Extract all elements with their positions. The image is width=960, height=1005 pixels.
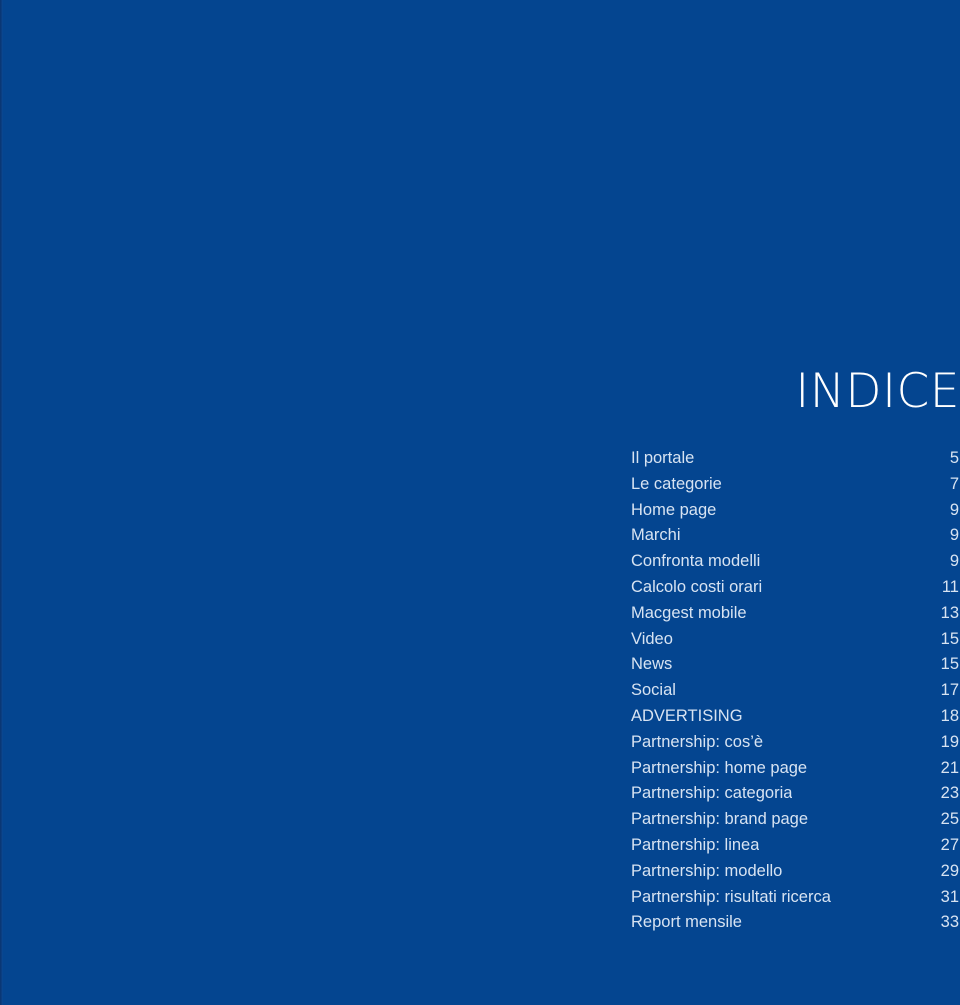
toc-entry-label: Report mensile xyxy=(631,913,742,932)
toc-entry[interactable]: Home page 9 xyxy=(631,498,959,524)
toc-entry[interactable]: Il portale 5 xyxy=(631,446,959,472)
toc-entry-page-number: 9 xyxy=(949,526,959,545)
table-of-contents: Il portale 5 Le categorie 7 Home page 9 Marchi… xyxy=(631,446,959,936)
toc-entry[interactable]: Partnership: categoria 23 xyxy=(631,781,959,807)
page-content: INDICE Il portale 5 Le categorie 7 Home page… xyxy=(0,0,960,1005)
toc-entry-page-number: 5 xyxy=(949,449,959,467)
toc-entry[interactable]: Partnership: linea 27 xyxy=(631,833,959,859)
toc-entry-label: Video xyxy=(631,629,673,648)
toc-entry-page-number: 17 xyxy=(940,681,959,700)
toc-entry-page-number: 13 xyxy=(940,603,959,622)
toc-entry[interactable]: Calcolo costi orari 11 xyxy=(631,575,959,601)
toc-entry[interactable]: Social 17 xyxy=(631,678,959,704)
toc-entry[interactable]: Partnership: risultati ricerca 31 xyxy=(631,885,959,911)
toc-entry-label: Home page xyxy=(631,500,717,519)
toc-entry-label: News xyxy=(631,655,673,674)
toc-entry-label: Le categorie xyxy=(631,474,722,493)
toc-entry-label: Partnership: linea xyxy=(631,835,760,854)
toc-entry-label: Calcolo costi orari xyxy=(631,577,763,596)
document-page: INDICE Il portale 5 Le categorie 7 Home page… xyxy=(0,0,960,1005)
toc-entry-page-number: 31 xyxy=(940,887,959,906)
toc-entry-page-number: 15 xyxy=(940,655,959,674)
toc-entry-page-number: 7 xyxy=(949,474,959,493)
toc-entry[interactable]: Video 15 xyxy=(631,627,959,653)
toc-entry-page-number: 29 xyxy=(940,861,959,880)
toc-entry-label: Partnership: cos’è xyxy=(631,732,764,751)
toc-entry-page-number: 27 xyxy=(940,835,959,854)
toc-entry[interactable]: News 15 xyxy=(631,652,959,678)
toc-entry[interactable]: Le categorie 7 xyxy=(631,472,959,498)
toc-entry-page-number: 9 xyxy=(949,500,959,519)
toc-entry-page-number: 9 xyxy=(949,552,959,571)
toc-entry-label: Marchi xyxy=(631,526,681,545)
toc-entry-page-number: 33 xyxy=(940,913,959,932)
toc-entry[interactable]: Marchi 9 xyxy=(631,523,959,549)
toc-entry[interactable]: ADVERTISING 18 xyxy=(631,704,959,730)
toc-entry-label: Social xyxy=(631,681,676,700)
toc-entry-page-number: 11 xyxy=(941,577,959,596)
toc-entry-label: Partnership: modello xyxy=(631,861,783,880)
toc-entry[interactable]: Partnership: home page 21 xyxy=(631,756,959,782)
toc-entry[interactable]: Partnership: cos’è 19 xyxy=(631,730,959,756)
toc-entry-page-number: 15 xyxy=(940,629,959,648)
toc-entry-label: Partnership: risultati ricerca xyxy=(631,887,831,906)
toc-entry[interactable]: Confronta modelli 9 xyxy=(631,549,959,575)
toc-entry-label: Partnership: brand page xyxy=(631,810,809,829)
toc-entry[interactable]: Macgest mobile 13 xyxy=(631,601,959,627)
toc-entry-label: Il portale xyxy=(631,449,695,467)
toc-entry-page-number: 23 xyxy=(940,784,959,803)
toc-entry-label: Confronta modelli xyxy=(631,552,761,571)
page-title: INDICE xyxy=(795,364,960,419)
toc-entry[interactable]: Partnership: brand page 25 xyxy=(631,807,959,833)
toc-entry[interactable]: Partnership: modello 29 xyxy=(631,859,959,885)
toc-entry-label: Partnership: home page xyxy=(631,758,808,777)
toc-entry-label: ADVERTISING xyxy=(631,706,743,725)
toc-entry-page-number: 18 xyxy=(940,706,959,725)
toc-entry-page-number: 19 xyxy=(940,732,959,751)
toc-entry-page-number: 21 xyxy=(940,758,959,777)
toc-entry-page-number: 25 xyxy=(940,810,959,829)
toc-entry-label: Macgest mobile xyxy=(631,603,747,622)
toc-entry[interactable]: Report mensile 33 xyxy=(631,910,959,936)
toc-entry-label: Partnership: categoria xyxy=(631,784,793,803)
